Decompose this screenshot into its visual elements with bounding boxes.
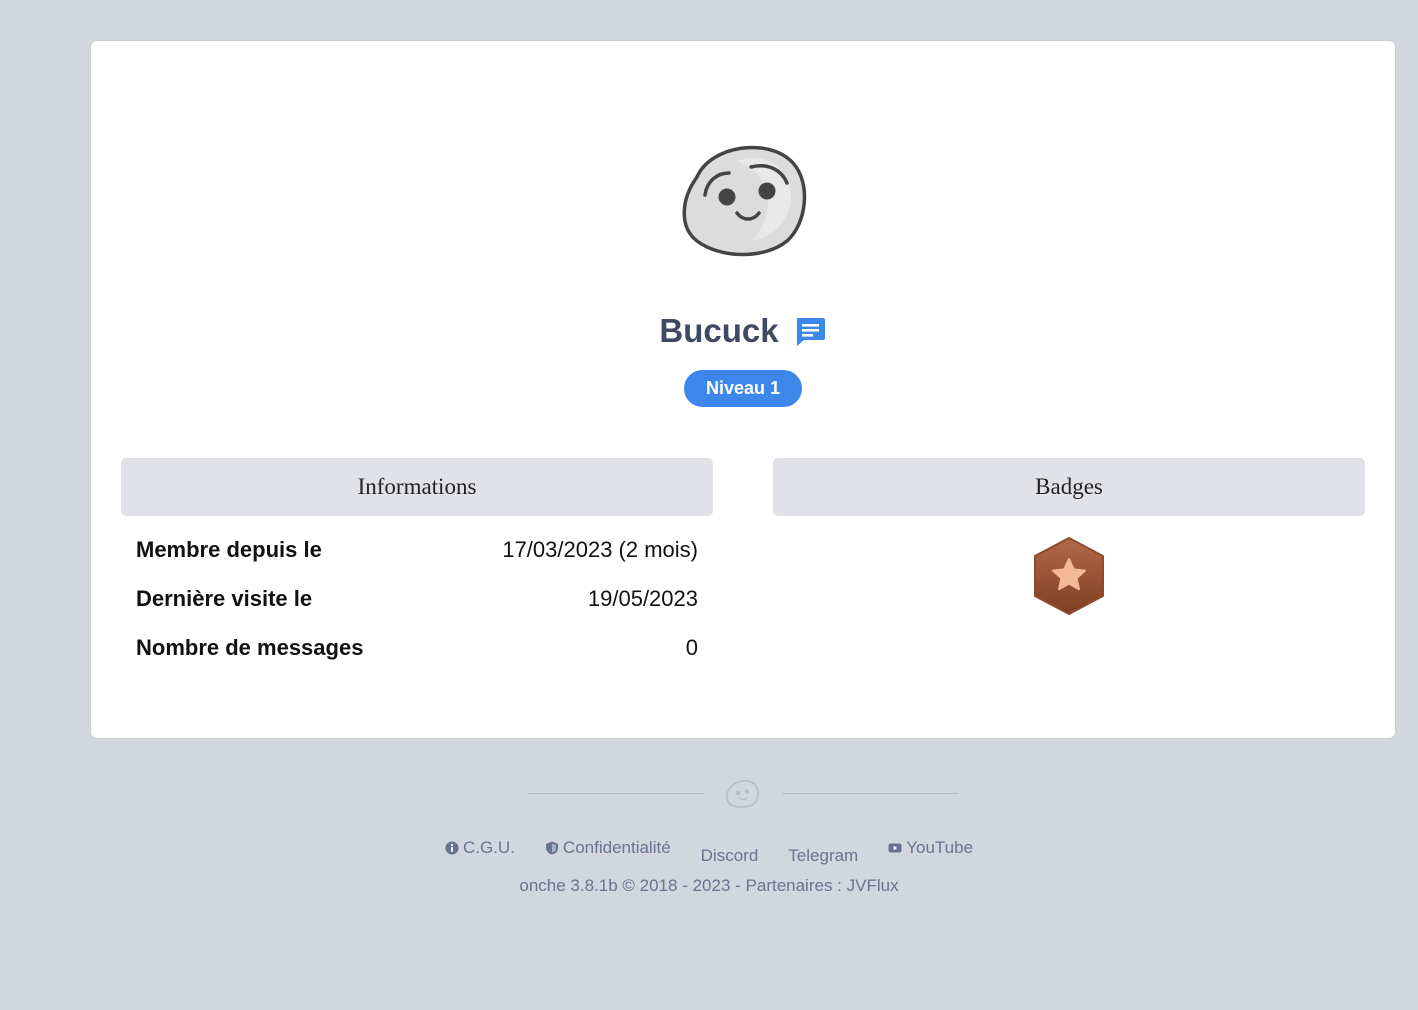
username-row: Bucuck bbox=[91, 309, 1395, 353]
footer-divider bbox=[782, 793, 958, 794]
footer-credit-text: onche 3.8.1b © 2018 - 2023 - Partenaires… bbox=[519, 876, 842, 895]
footer-link-label: C.G.U. bbox=[462, 838, 515, 857]
info-value: 19/05/2023 bbox=[587, 586, 698, 611]
footer-link-cgu[interactable]: C.G.U. bbox=[445, 838, 515, 858]
chat-message-icon[interactable] bbox=[793, 314, 827, 348]
badges-header: Badges bbox=[773, 458, 1365, 516]
footer-link-label: Confidentialité bbox=[562, 838, 671, 857]
bronze-star-hexagon-icon[interactable] bbox=[1032, 536, 1106, 616]
footer-link-label: YouTube bbox=[906, 838, 974, 857]
info-label: Membre depuis le bbox=[136, 537, 322, 562]
shield-icon bbox=[545, 841, 558, 855]
info-label: Dernière visite le bbox=[136, 586, 313, 611]
info-value: 0 bbox=[685, 635, 698, 660]
info-row-message-count: Nombre de messages 0 bbox=[136, 630, 698, 679]
footer-link-confidentialite[interactable]: Confidentialité bbox=[545, 838, 671, 858]
username: Bucuck bbox=[659, 312, 779, 349]
info-table: Membre depuis le 17/03/2023 (2 mois) Der… bbox=[136, 532, 698, 679]
footer-links: C.G.U. Confidentialité Discord Telegram … bbox=[0, 838, 1418, 866]
youtube-icon bbox=[888, 843, 902, 853]
footer-link-youtube[interactable]: YouTube bbox=[888, 838, 973, 858]
footer-link-label: Telegram bbox=[788, 846, 859, 865]
footer-credit: onche 3.8.1b © 2018 - 2023 - Partenaires… bbox=[0, 876, 1418, 896]
footer-link-label: Discord bbox=[700, 846, 759, 865]
footer-link-telegram[interactable]: Telegram bbox=[788, 846, 858, 866]
info-label: Nombre de messages bbox=[136, 635, 364, 660]
info-value: 17/03/2023 (2 mois) bbox=[502, 537, 698, 562]
info-row-last-visit: Dernière visite le 19/05/2023 bbox=[136, 581, 698, 630]
smiley-avatar-icon bbox=[682, 145, 807, 257]
informations-header: Informations bbox=[121, 458, 713, 516]
info-icon bbox=[445, 841, 459, 855]
footer-divider bbox=[528, 793, 704, 794]
onche-logo-icon bbox=[726, 780, 759, 808]
footer-link-discord[interactable]: Discord bbox=[701, 846, 759, 866]
level-badge: Niveau 1 bbox=[684, 370, 802, 407]
footer-partner-link[interactable]: JVFlux bbox=[847, 876, 899, 895]
profile-card: Bucuck Niveau 1 Informations Badges Memb… bbox=[91, 41, 1395, 738]
info-row-member-since: Membre depuis le 17/03/2023 (2 mois) bbox=[136, 532, 698, 581]
